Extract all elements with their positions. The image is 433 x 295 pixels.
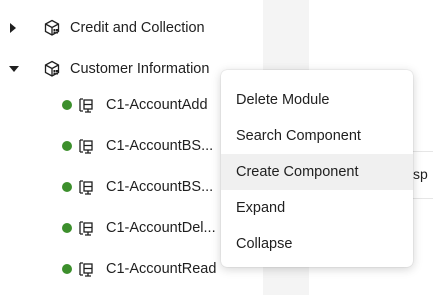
module-label: Customer Information xyxy=(70,61,210,77)
status-dot-icon xyxy=(62,100,72,110)
menu-item-create-component[interactable]: Create Component xyxy=(221,154,413,190)
component-icon xyxy=(79,221,93,236)
menu-item-label: Expand xyxy=(236,200,286,216)
status-dot-icon xyxy=(62,182,72,192)
status-dot-icon xyxy=(62,264,72,274)
menu-item-label: Delete Module xyxy=(236,92,330,108)
menu-item-collapse[interactable]: Collapse xyxy=(221,226,413,262)
module-icon xyxy=(44,60,60,77)
menu-item-label: Search Component xyxy=(236,128,361,144)
detail-text-fragment: sp xyxy=(413,166,428,182)
menu-item-delete-module[interactable]: Delete Module xyxy=(221,82,413,118)
app-root: sp Credit and Collection Customer Inform… xyxy=(0,0,433,295)
tree-node-credit-and-collection[interactable]: Credit and Collection xyxy=(0,13,263,43)
context-menu: Delete Module Search Component Create Co… xyxy=(221,70,413,267)
module-icon xyxy=(44,19,60,36)
component-label: C1-AccountDel... xyxy=(106,220,216,236)
caret-right-icon[interactable] xyxy=(10,23,16,33)
menu-item-label: Collapse xyxy=(236,236,293,252)
module-label: Credit and Collection xyxy=(70,20,205,36)
component-icon xyxy=(79,180,93,195)
status-dot-icon xyxy=(62,223,72,233)
component-label: C1-AccountRead xyxy=(106,261,217,277)
component-icon xyxy=(79,139,93,154)
menu-item-expand[interactable]: Expand xyxy=(221,190,413,226)
component-icon xyxy=(79,98,93,113)
status-dot-icon xyxy=(62,141,72,151)
caret-down-icon[interactable] xyxy=(9,66,19,72)
component-label: C1-AccountBS... xyxy=(106,179,214,195)
menu-item-label: Create Component xyxy=(236,164,359,180)
component-icon xyxy=(79,262,93,277)
component-label: C1-AccountBS... xyxy=(106,138,214,154)
component-label: C1-AccountAdd xyxy=(106,97,208,113)
menu-item-search-component[interactable]: Search Component xyxy=(221,118,413,154)
